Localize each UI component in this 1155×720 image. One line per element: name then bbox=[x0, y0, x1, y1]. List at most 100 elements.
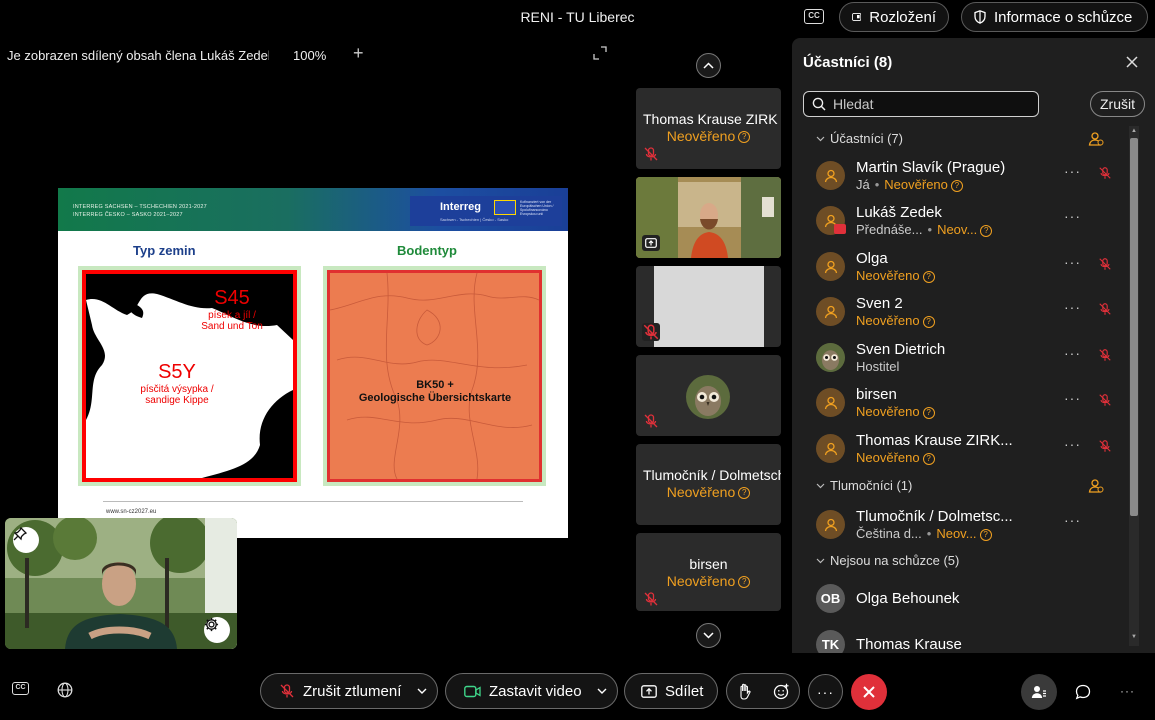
share-button[interactable]: Sdílet bbox=[624, 673, 718, 709]
participant-row[interactable]: Sven 2 Neověřeno? ··· bbox=[816, 293, 1111, 333]
user-icon bbox=[824, 260, 837, 273]
unmute-button[interactable]: Zrušit ztlumení bbox=[261, 673, 407, 709]
more-options-icon[interactable]: ··· bbox=[1064, 208, 1081, 224]
participant-row[interactable]: Olga Neověřeno? ··· bbox=[816, 248, 1111, 288]
stop-video-button[interactable]: Zastavit video bbox=[446, 673, 587, 709]
chevron-down-icon bbox=[597, 688, 607, 694]
closed-captions-icon: CC bbox=[12, 682, 29, 695]
participant-name: Thomas Krause ZIRK... bbox=[856, 432, 1013, 449]
muted-mic-icon[interactable] bbox=[1098, 439, 1112, 453]
closed-captions-icon[interactable]: CC bbox=[804, 9, 824, 24]
muted-mic-icon[interactable] bbox=[1098, 166, 1112, 180]
muted-mic-icon[interactable] bbox=[1098, 257, 1112, 271]
muted-mic-icon[interactable] bbox=[1098, 348, 1112, 362]
close-icon[interactable] bbox=[1125, 55, 1139, 69]
meeting-info-button[interactable]: Informace o schůzce bbox=[961, 2, 1148, 32]
more-options-button[interactable]: ··· bbox=[808, 674, 843, 709]
participants-button[interactable] bbox=[1021, 674, 1057, 710]
pin-button[interactable] bbox=[13, 527, 39, 553]
participant-row[interactable]: birsen Neověřeno? ··· bbox=[816, 384, 1111, 424]
video-tile-lukas[interactable] bbox=[636, 177, 781, 258]
top-bar: RENI - TU Liberec CC Rozložení Informace… bbox=[0, 0, 1155, 34]
muted-mic-icon bbox=[643, 324, 659, 340]
self-video-preview[interactable] bbox=[5, 518, 237, 649]
more-options-icon[interactable]: ··· bbox=[1064, 436, 1081, 452]
user-icon bbox=[824, 396, 837, 409]
video-settings-button[interactable] bbox=[204, 617, 230, 643]
absent-row[interactable]: TK Thomas Krause bbox=[816, 626, 1106, 653]
close-icon bbox=[863, 686, 875, 698]
participant-status: Neov... bbox=[937, 222, 978, 237]
layout-button[interactable]: Rozložení bbox=[839, 2, 949, 32]
share-status-text: Je zobrazen sdílený obsah člena Lukáš Ze… bbox=[7, 48, 269, 63]
video-tile-thomas[interactable]: Thomas Krause ZIRK Neověřeno? bbox=[636, 88, 781, 169]
absent-row[interactable]: OB Olga Behounek bbox=[816, 580, 1106, 620]
tile-status: Neověřeno? bbox=[636, 573, 781, 589]
more-options-icon[interactable]: ··· bbox=[1064, 163, 1081, 179]
more-panels-icon[interactable]: ··· bbox=[1120, 684, 1135, 698]
audio-options-button[interactable] bbox=[407, 673, 437, 709]
participant-role: Čeština d... bbox=[856, 526, 922, 541]
video-options-button[interactable] bbox=[587, 673, 617, 709]
help-icon: ? bbox=[738, 131, 751, 144]
chevron-down-icon bbox=[816, 136, 825, 141]
help-icon: ? bbox=[950, 179, 963, 192]
scroll-down-arrow-icon[interactable]: ▼ bbox=[1131, 634, 1137, 640]
chat-icon bbox=[1075, 684, 1091, 700]
emoji-reaction-button[interactable] bbox=[763, 673, 799, 709]
language-button[interactable] bbox=[57, 682, 73, 703]
raise-hand-icon bbox=[740, 683, 751, 700]
chat-button[interactable] bbox=[1075, 684, 1091, 705]
participant-row[interactable]: Lukáš Zedek Přednáše... • Neov...? ··· bbox=[816, 202, 1106, 242]
more-options-icon[interactable]: ··· bbox=[1064, 254, 1081, 270]
blank-video-image bbox=[654, 266, 764, 347]
more-options-icon[interactable]: ··· bbox=[1064, 299, 1081, 315]
more-options-icon[interactable]: ··· bbox=[1064, 390, 1081, 406]
eu-cofinance-text: Kofinanziert von der Europäischen Union … bbox=[520, 200, 554, 216]
more-options-icon[interactable]: ··· bbox=[1064, 512, 1081, 528]
scrollbar-thumb[interactable] bbox=[1130, 138, 1138, 516]
scroll-up-arrow-icon[interactable]: ▲ bbox=[1131, 128, 1137, 134]
section-participants[interactable]: Účastníci (7) bbox=[816, 131, 903, 146]
raise-hand-button[interactable] bbox=[727, 673, 763, 709]
video-tile-interpreter[interactable]: Tlumočník / Dolmetscher Neověřeno? bbox=[636, 444, 781, 525]
muted-mic-icon[interactable] bbox=[1098, 393, 1112, 407]
section-not-in-meeting[interactable]: Nejsou na schůzce (5) bbox=[816, 553, 959, 568]
participant-row[interactable]: Martin Slavík (Prague) Já • Neověřeno? ··· bbox=[816, 157, 1111, 197]
slide-header-line2: INTERREG ČESKO – SASKO 2021–2027 bbox=[73, 212, 183, 218]
muted-badge bbox=[642, 323, 660, 341]
owl-avatar-icon bbox=[686, 375, 730, 419]
pin-icon bbox=[13, 527, 27, 541]
participant-status: Neověřeno bbox=[856, 404, 920, 419]
zoom-in-button[interactable]: + bbox=[353, 43, 364, 64]
user-icon bbox=[824, 518, 837, 531]
participant-name: Martin Slavík (Prague) bbox=[856, 159, 1006, 176]
panel-scrollbar[interactable]: ▲ ▼ bbox=[1129, 126, 1139, 646]
participant-search[interactable] bbox=[803, 91, 1039, 117]
video-tile-birsen[interactable]: birsen Neověřeno? bbox=[636, 533, 781, 611]
zoom-level[interactable]: 100% bbox=[293, 48, 326, 63]
end-meeting-button[interactable] bbox=[851, 674, 887, 710]
search-input[interactable] bbox=[833, 96, 1033, 112]
interreg-brand: Interreg bbox=[440, 201, 481, 213]
clear-button[interactable]: Zrušit bbox=[1090, 91, 1145, 117]
participant-row[interactable]: Thomas Krause ZIRK... Neověřeno? ··· bbox=[816, 430, 1111, 470]
captions-button[interactable]: CC bbox=[12, 682, 29, 695]
muted-mic-icon[interactable] bbox=[1098, 302, 1112, 316]
thumbnails-scroll-down-button[interactable] bbox=[696, 623, 721, 648]
slide-header: INTERREG SACHSEN – TSCHECHIEN 2021-2027 … bbox=[58, 188, 568, 231]
video-tile-camera-off[interactable] bbox=[636, 266, 781, 347]
tile-name: Thomas Krause ZIRK bbox=[643, 111, 778, 127]
section-interpreters[interactable]: Tlumočníci (1) bbox=[816, 478, 912, 493]
gear-icon bbox=[204, 617, 219, 632]
thumbnails-scroll-up-button[interactable] bbox=[696, 53, 721, 78]
participant-sub: Já • Neověřeno? bbox=[856, 177, 963, 192]
video-tile-avatar[interactable] bbox=[636, 355, 781, 436]
tile-status-text: Neověřeno bbox=[666, 484, 736, 500]
more-options-icon[interactable]: ··· bbox=[1064, 345, 1081, 361]
interpreter-row[interactable]: Tlumočník / Dolmetsc... Čeština d... • Neo… bbox=[816, 506, 1106, 546]
s5y-line1: písčitá výsypka / bbox=[140, 384, 214, 395]
expand-icon[interactable] bbox=[593, 46, 607, 60]
participant-name: Sven Dietrich bbox=[856, 341, 946, 358]
participant-row[interactable]: Sven Dietrich Hostitel ··· bbox=[816, 339, 1111, 379]
